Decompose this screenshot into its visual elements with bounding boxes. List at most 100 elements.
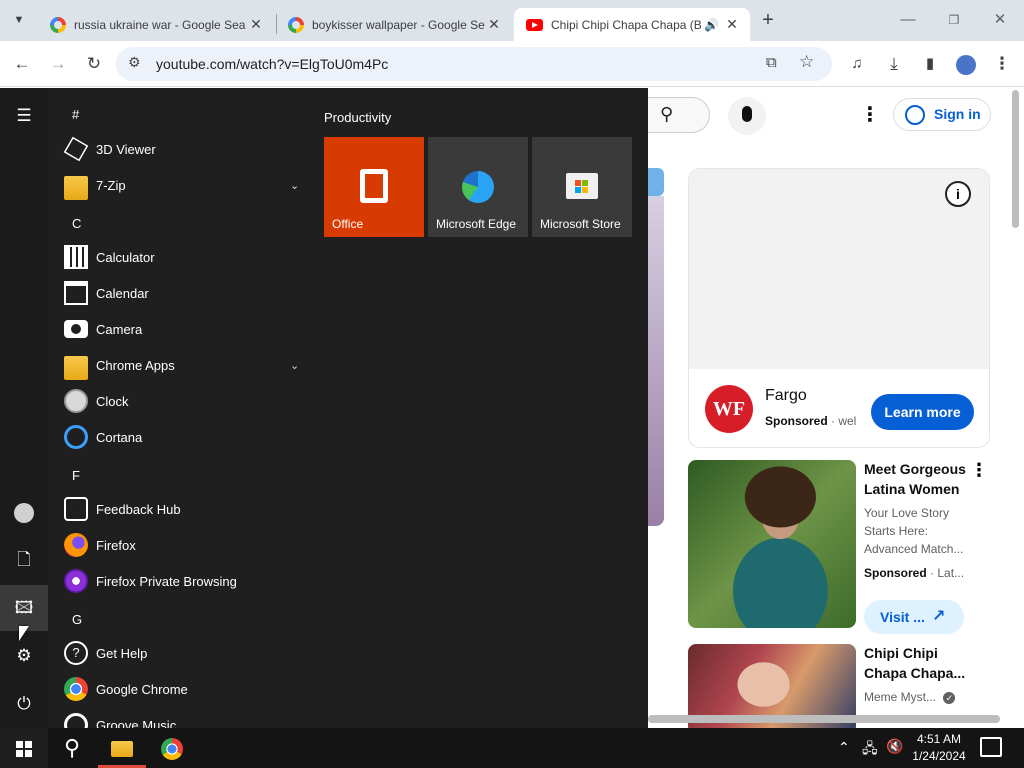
app-item-calculator[interactable]: Calculator bbox=[48, 239, 310, 275]
app-item-clock[interactable]: Clock bbox=[48, 383, 310, 419]
firefox-icon bbox=[64, 533, 88, 557]
voice-search-button[interactable] bbox=[728, 97, 766, 135]
sign-in-label: Sign in bbox=[934, 106, 981, 122]
camera-icon bbox=[64, 320, 88, 338]
forward-button[interactable]: → bbox=[43, 49, 73, 79]
media-control-icon[interactable]: ♫ bbox=[842, 49, 872, 79]
menu-kebab-icon[interactable]: ⋮ bbox=[987, 49, 1017, 79]
tab-strip: ▼ russia ukraine war - Google Sea ✕ boyk… bbox=[0, 0, 1024, 41]
address-bar[interactable]: ⚙ youtube.com/watch?v=ElgToU0m4Pc ⧉ ☆ bbox=[116, 47, 832, 81]
user-account-icon[interactable] bbox=[0, 489, 48, 535]
app-item-cortana[interactable]: Cortana bbox=[48, 419, 310, 455]
app-label: 7-Zip bbox=[96, 177, 126, 193]
clock-time[interactable]: 4:51 AM bbox=[912, 732, 966, 746]
youtube-icon bbox=[526, 18, 543, 31]
file-explorer-icon[interactable] bbox=[98, 728, 146, 768]
help-icon: ? bbox=[64, 641, 88, 665]
account-icon bbox=[905, 105, 925, 125]
google-icon bbox=[288, 16, 304, 33]
windows-start-button[interactable] bbox=[0, 728, 48, 768]
clock-date[interactable]: 1/24/2024 bbox=[908, 749, 970, 763]
notifications-icon[interactable] bbox=[980, 737, 1002, 757]
visit-site-button[interactable]: Visit ... ↗ bbox=[864, 600, 964, 634]
tile-group-title[interactable]: Productivity bbox=[324, 110, 391, 125]
app-list[interactable]: # 3D Viewer 7-Zip ⌄ C Calculator Calenda… bbox=[48, 88, 310, 728]
tile-microsoft-store[interactable]: Microsoft Store bbox=[532, 137, 632, 237]
tile-office[interactable]: Office bbox=[324, 137, 424, 237]
site-info-icon[interactable]: ⚙ bbox=[128, 54, 141, 71]
tab-russia-ukraine[interactable]: russia ukraine war - Google Sea ✕ bbox=[38, 8, 274, 41]
expand-menu-icon[interactable]: ☰ bbox=[0, 93, 48, 139]
profile-icon[interactable] bbox=[951, 49, 981, 79]
sign-in-button[interactable]: Sign in bbox=[893, 98, 991, 131]
pictures-icon[interactable]: 🖾 bbox=[0, 585, 48, 631]
close-tab-icon[interactable]: ✕ bbox=[248, 16, 264, 33]
restore-button[interactable]: ❐ bbox=[934, 8, 974, 32]
app-label: Firefox bbox=[96, 537, 136, 553]
back-button[interactable]: ← bbox=[7, 49, 37, 79]
network-icon[interactable]: 🖧 bbox=[862, 738, 878, 762]
app-item-get-help[interactable]: ? Get Help bbox=[48, 635, 310, 671]
chrome-taskbar-icon[interactable] bbox=[148, 728, 196, 768]
app-item-3d-viewer[interactable]: 3D Viewer bbox=[48, 131, 310, 167]
bookmark-star-icon[interactable]: ☆ bbox=[799, 52, 814, 72]
chevron-down-icon[interactable]: ⌄ bbox=[290, 359, 310, 372]
app-item-google-chrome[interactable]: Google Chrome bbox=[48, 671, 310, 707]
tile-label: Microsoft Edge bbox=[436, 217, 517, 231]
chrome-icon bbox=[64, 677, 88, 701]
video-title[interactable]: Chapa Chapa... bbox=[864, 663, 965, 683]
letter-header[interactable]: F bbox=[72, 468, 80, 483]
tab-chipi-chipi[interactable]: Chipi Chipi Chapa Chapa (B 🔊 ✕ bbox=[514, 8, 750, 41]
letter-header[interactable]: C bbox=[72, 216, 81, 231]
speaker-icon[interactable]: 🔊 bbox=[704, 18, 724, 32]
chevron-down-icon[interactable]: ⌄ bbox=[290, 179, 310, 192]
app-item-firefox-private[interactable]: Firefox Private Browsing bbox=[48, 563, 310, 599]
install-app-icon[interactable]: ⧉ bbox=[766, 54, 777, 71]
taskbar-search-icon[interactable]: ⚲ bbox=[48, 728, 96, 768]
vertical-scrollbar[interactable] bbox=[1012, 90, 1019, 228]
feedback-icon bbox=[64, 497, 88, 521]
letter-header[interactable]: # bbox=[72, 107, 79, 122]
letter-header[interactable]: G bbox=[72, 612, 82, 627]
video-description: Advanced Match... bbox=[864, 542, 964, 556]
video-thumbnail[interactable] bbox=[688, 460, 856, 628]
youtube-search-button[interactable]: ⚲ bbox=[648, 97, 710, 133]
app-item-calendar[interactable]: Calendar bbox=[48, 275, 310, 311]
volume-muted-icon[interactable]: 🔇 bbox=[886, 738, 903, 755]
tile-label: Office bbox=[332, 217, 364, 231]
tile-microsoft-edge[interactable]: Microsoft Edge bbox=[428, 137, 528, 237]
close-tab-icon[interactable]: ✕ bbox=[486, 16, 502, 33]
tab-search-button[interactable]: ▼ bbox=[4, 5, 34, 35]
side-panel-icon[interactable]: ▮ bbox=[915, 49, 945, 79]
minimize-button[interactable]: — bbox=[888, 8, 928, 32]
app-item-feedback-hub[interactable]: Feedback Hub bbox=[48, 491, 310, 527]
cortana-icon bbox=[64, 425, 88, 449]
download-icon[interactable]: ⤓ bbox=[879, 49, 909, 79]
video-channel: Meme Myst... ✓ bbox=[864, 688, 956, 706]
edge-icon bbox=[462, 171, 494, 203]
app-item-camera[interactable]: Camera bbox=[48, 311, 310, 347]
power-icon[interactable]: ⏻ bbox=[0, 681, 48, 727]
reload-button[interactable]: ↻ bbox=[79, 49, 109, 79]
app-label: Camera bbox=[96, 321, 143, 337]
video-title[interactable]: Meet Gorgeous bbox=[864, 459, 966, 479]
new-tab-button[interactable]: + bbox=[753, 5, 783, 35]
horizontal-scrollbar[interactable] bbox=[648, 715, 1000, 723]
info-icon[interactable]: i bbox=[945, 181, 971, 207]
video-title[interactable]: Latina Women bbox=[864, 479, 959, 499]
ad-card[interactable]: i WF Fargo Sponsored · wel Learn more bbox=[688, 168, 990, 448]
store-icon bbox=[566, 173, 598, 199]
app-item-7-zip[interactable]: 7-Zip ⌄ bbox=[48, 167, 310, 203]
tab-boykisser[interactable]: boykisser wallpaper - Google Se ✕ bbox=[276, 8, 512, 41]
video-title[interactable]: Chipi Chipi bbox=[864, 643, 938, 663]
close-window-button[interactable]: ✕ bbox=[980, 8, 1020, 32]
app-item-groove-music[interactable]: Groove Music bbox=[48, 707, 310, 728]
learn-more-button[interactable]: Learn more bbox=[871, 394, 974, 430]
app-item-chrome-apps[interactable]: Chrome Apps ⌄ bbox=[48, 347, 310, 383]
close-tab-icon[interactable]: ✕ bbox=[724, 16, 740, 33]
documents-icon[interactable]: 🗋 bbox=[0, 537, 48, 583]
video-kebab-icon[interactable]: ⋮ bbox=[970, 460, 988, 481]
settings-kebab-icon[interactable]: ⋮ bbox=[860, 102, 880, 127]
show-hidden-icons[interactable]: ⌃ bbox=[838, 739, 850, 756]
app-item-firefox[interactable]: Firefox bbox=[48, 527, 310, 563]
